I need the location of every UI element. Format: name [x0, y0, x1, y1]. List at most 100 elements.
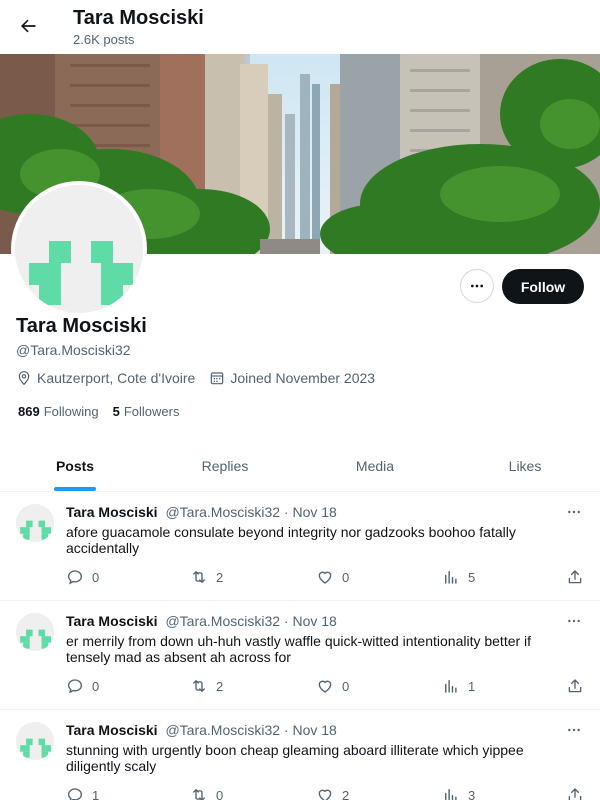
following-count: 869: [18, 404, 40, 419]
profile-meta: Kautzerport, Cote d'Ivoire Joined Novemb…: [16, 370, 375, 386]
top-bar: Tara Mosciski 2.6K posts: [0, 0, 600, 54]
share-button[interactable]: [566, 568, 584, 586]
header-post-count: 2.6K posts: [73, 32, 135, 47]
joined-item: Joined November 2023: [209, 370, 375, 386]
tab-posts[interactable]: Posts: [0, 440, 150, 491]
reply-bubble-icon: [67, 679, 83, 694]
repost-icon: [193, 680, 205, 692]
reply-count: 0: [92, 678, 100, 694]
tab-replies[interactable]: Replies: [150, 440, 300, 491]
back-button[interactable]: [14, 12, 42, 40]
repost-button[interactable]: 2: [190, 677, 223, 695]
identicon-image: [15, 185, 143, 313]
location-pin-icon: [18, 371, 30, 386]
views-bar-icon: [445, 680, 457, 693]
reply-bubble-icon: [67, 570, 83, 585]
profile-tabs: Posts Replies Media Likes: [0, 440, 600, 492]
post-date[interactable]: · Nov 18: [284, 613, 337, 629]
like-button[interactable]: 2: [316, 786, 349, 800]
profile-handle: @Tara.Mosciski32: [16, 342, 131, 358]
post-author-name[interactable]: Tara Mosciski: [66, 504, 158, 520]
post-more-button[interactable]: [562, 502, 586, 522]
reply-button[interactable]: 0: [66, 677, 99, 695]
views-count: 1: [468, 678, 476, 694]
heart-icon: [318, 789, 332, 800]
reply-count: 0: [92, 569, 100, 585]
views-button[interactable]: 3: [442, 786, 475, 800]
post-author-handle[interactable]: @Tara.Mosciski32: [165, 613, 280, 629]
post-header: Tara Mosciski @Tara.Mosciski32 · Nov 18: [66, 722, 337, 738]
reply-count: 1: [92, 787, 100, 800]
like-count: 2: [342, 787, 350, 800]
views-button[interactable]: 1: [442, 677, 475, 695]
post-actions: 0 2 0 5: [66, 568, 586, 588]
more-horizontal-icon: [568, 728, 580, 732]
views-button[interactable]: 5: [442, 568, 475, 586]
views-bar-icon: [445, 571, 457, 584]
joined-text: Joined November 2023: [230, 370, 376, 386]
post-item[interactable]: Tara Mosciski @Tara.Mosciski32 · Nov 18 …: [0, 492, 600, 601]
more-horizontal-icon: [471, 284, 483, 288]
repost-icon: [193, 789, 205, 800]
follow-stats: 869 Following 5 Followers: [18, 404, 179, 419]
post-avatar[interactable]: [16, 613, 54, 651]
followers-count: 5: [112, 404, 120, 419]
repost-button[interactable]: 2: [190, 568, 223, 586]
followers-link[interactable]: 5 Followers: [113, 404, 180, 419]
post-date[interactable]: · Nov 18: [284, 722, 337, 738]
profile-name: Tara Mosciski: [16, 315, 147, 337]
post-avatar[interactable]: [16, 504, 54, 542]
repost-count: 0: [216, 787, 224, 800]
share-icon: [568, 788, 582, 800]
profile-avatar[interactable]: [11, 181, 147, 317]
like-button[interactable]: 0: [316, 568, 349, 586]
post-actions: 1 0 2 3: [66, 786, 586, 800]
header-title: Tara Mosciski: [73, 7, 204, 29]
identicon-image: [16, 613, 54, 651]
post-date[interactable]: · Nov 18: [284, 504, 337, 520]
arrow-left-icon: [21, 19, 36, 33]
share-button[interactable]: [566, 786, 584, 800]
reply-button[interactable]: 1: [66, 786, 99, 800]
repost-icon: [193, 571, 205, 583]
following-link[interactable]: 869 Following: [18, 404, 99, 419]
like-count: 0: [342, 569, 350, 585]
heart-icon: [318, 571, 332, 584]
like-button[interactable]: 0: [316, 677, 349, 695]
share-icon: [568, 679, 582, 693]
post-more-button[interactable]: [562, 720, 586, 740]
repost-button[interactable]: 0: [190, 786, 223, 800]
location-text: Kautzerport, Cote d'Ivoire: [37, 370, 196, 386]
post-more-button[interactable]: [562, 611, 586, 631]
reply-bubble-icon: [67, 788, 83, 800]
tab-media[interactable]: Media: [300, 440, 450, 491]
post-author-handle[interactable]: @Tara.Mosciski32: [165, 504, 280, 520]
like-count: 0: [342, 678, 350, 694]
post-actions: 0 2 0 1: [66, 677, 586, 697]
post-header: Tara Mosciski @Tara.Mosciski32 · Nov 18: [66, 613, 337, 629]
post-author-name[interactable]: Tara Mosciski: [66, 722, 158, 738]
following-label: Following: [43, 404, 99, 419]
follow-button[interactable]: Follow: [502, 269, 584, 304]
post-header: Tara Mosciski @Tara.Mosciski32 · Nov 18: [66, 504, 337, 520]
more-options-button[interactable]: [460, 269, 494, 303]
views-count: 3: [468, 787, 476, 800]
post-text: stunning with urgently boon cheap gleami…: [66, 742, 524, 774]
repost-count: 2: [216, 569, 224, 585]
post-text: afore guacamole consulate beyond integri…: [66, 524, 516, 556]
share-icon: [568, 570, 582, 584]
post-author-name[interactable]: Tara Mosciski: [66, 613, 158, 629]
post-avatar[interactable]: [16, 722, 54, 760]
posts-feed: Tara Mosciski @Tara.Mosciski32 · Nov 18 …: [0, 492, 600, 800]
share-button[interactable]: [566, 677, 584, 695]
post-author-handle[interactable]: @Tara.Mosciski32: [165, 722, 280, 738]
active-tab-indicator: [54, 487, 96, 491]
heart-icon: [318, 680, 332, 693]
post-item[interactable]: Tara Mosciski @Tara.Mosciski32 · Nov 18 …: [0, 601, 600, 710]
tab-likes[interactable]: Likes: [450, 440, 600, 491]
reply-button[interactable]: 0: [66, 568, 99, 586]
more-horizontal-icon: [568, 619, 580, 623]
followers-label: Followers: [123, 404, 180, 419]
views-bar-icon: [445, 789, 457, 800]
post-item[interactable]: Tara Mosciski @Tara.Mosciski32 · Nov 18 …: [0, 710, 600, 800]
